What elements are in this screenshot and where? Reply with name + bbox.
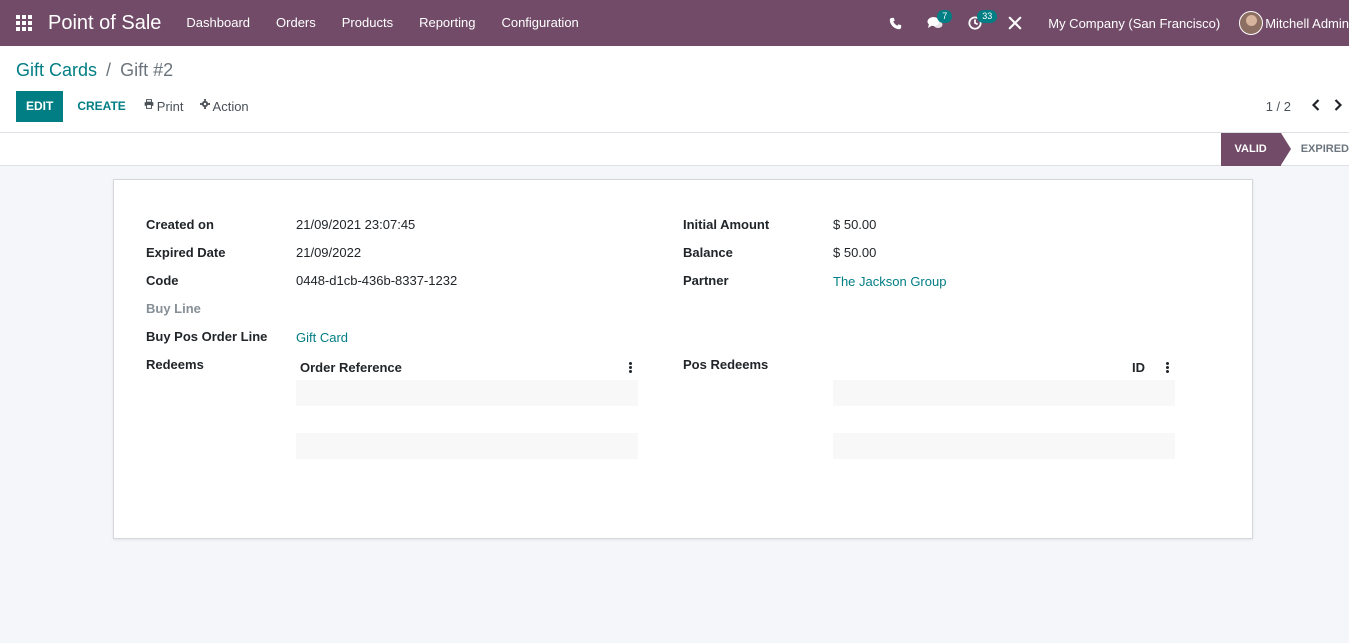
breadcrumb-gift-cards[interactable]: Gift Cards [16, 60, 97, 80]
created-on-label: Created on [146, 217, 214, 232]
redeems-table-header: Order Reference [296, 354, 638, 380]
stage-expired[interactable]: EXPIRED [1281, 133, 1349, 166]
systray: 7 33 My Company (San Francisco) Mitchell… [875, 0, 1349, 46]
activities-count-badge: 33 [977, 10, 998, 23]
partner-link[interactable]: The Jackson Group [833, 274, 946, 289]
debug-tools-icon[interactable] [995, 0, 1035, 46]
activities-icon[interactable]: 33 [955, 0, 998, 46]
action-label: Action [212, 99, 249, 114]
menu-configuration[interactable]: Configuration [488, 0, 591, 46]
table-row [833, 380, 1175, 407]
user-menu[interactable]: Mitchell Admin [1233, 11, 1349, 35]
pos-redeems-table: ID [833, 354, 1175, 460]
created-on-value: 21/09/2021 23:07:45 [296, 217, 416, 232]
stage-valid[interactable]: VALID [1220, 133, 1291, 166]
breadcrumb: Gift Cards / Gift #2 [16, 60, 173, 81]
optional-columns-icon[interactable] [626, 361, 634, 373]
breadcrumb-separator: / [106, 60, 112, 80]
redeems-table: Order Reference [296, 354, 638, 460]
balance-label: Balance [683, 245, 733, 260]
menu-orders[interactable]: Orders [263, 0, 329, 46]
menu-products[interactable]: Products [329, 0, 406, 46]
table-row [833, 407, 1175, 433]
redeems-label: Redeems [146, 357, 204, 372]
expired-date-value: 21/09/2022 [296, 245, 362, 260]
edit-button[interactable]: EDIT [16, 91, 64, 122]
column-id[interactable]: ID [1132, 360, 1145, 375]
form-sheet: Created on 21/09/2021 23:07:45 Expired D… [113, 179, 1253, 539]
pager-value[interactable]: 1 / 2 [1266, 99, 1291, 114]
initial-amount-label: Initial Amount [683, 217, 770, 232]
pos-redeems-label: Pos Redeems [683, 357, 769, 372]
initial-amount-value: $ 50.00 [833, 217, 877, 232]
table-row [296, 433, 638, 460]
status-stages: VALID EXPIRED [1220, 133, 1349, 166]
top-navbar: Point of Sale Dashboard Orders Products … [0, 0, 1349, 46]
buy-pos-order-line-link[interactable]: Gift Card [296, 330, 348, 345]
buy-pos-order-line-label: Buy Pos Order Line [146, 329, 268, 344]
balance-value: $ 50.00 [833, 245, 877, 260]
messages-icon[interactable]: 7 [915, 0, 955, 46]
expired-date-label: Expired Date [146, 245, 226, 260]
print-label: Print [156, 99, 184, 114]
menu-dashboard[interactable]: Dashboard [173, 0, 263, 46]
action-dropdown[interactable]: Action [192, 91, 257, 122]
app-name[interactable]: Point of Sale [48, 12, 161, 35]
table-row [833, 433, 1175, 460]
main-menu: Dashboard Orders Products Reporting Conf… [173, 0, 591, 46]
print-dropdown[interactable]: Print [136, 91, 192, 122]
chevron-right-icon[interactable] [1327, 98, 1349, 114]
partner-label: Partner [683, 273, 729, 288]
avatar [1239, 11, 1264, 35]
control-panel: Gift Cards / Gift #2 EDIT CREATE Print A… [0, 46, 1349, 133]
breadcrumb-current: Gift #2 [120, 60, 174, 80]
optional-columns-icon[interactable] [1163, 361, 1171, 373]
menu-reporting[interactable]: Reporting [406, 0, 488, 46]
phone-icon[interactable] [875, 0, 915, 46]
pos-redeems-table-header: ID [833, 354, 1175, 380]
column-order-reference[interactable]: Order Reference [300, 360, 402, 375]
company-switcher[interactable]: My Company (San Francisco) [1035, 16, 1233, 31]
create-button[interactable]: CREATE [67, 91, 135, 122]
chevron-left-icon[interactable] [1305, 98, 1327, 114]
code-value: 0448-d1cb-436b-8337-1232 [296, 273, 458, 288]
pager: 1 / 2 [1266, 98, 1349, 114]
code-label: Code [146, 273, 179, 288]
buy-line-label: Buy Line [146, 301, 201, 316]
messages-count-badge: 7 [937, 10, 953, 23]
status-bar: VALID EXPIRED [0, 133, 1349, 166]
form-buttons: EDIT CREATE Print Action [16, 91, 257, 122]
gear-icon [199, 91, 210, 122]
table-row [296, 380, 638, 407]
apps-menu-icon[interactable] [0, 0, 48, 46]
user-name: Mitchell Admin [1265, 15, 1349, 31]
print-icon [144, 91, 154, 122]
table-row [296, 407, 638, 433]
